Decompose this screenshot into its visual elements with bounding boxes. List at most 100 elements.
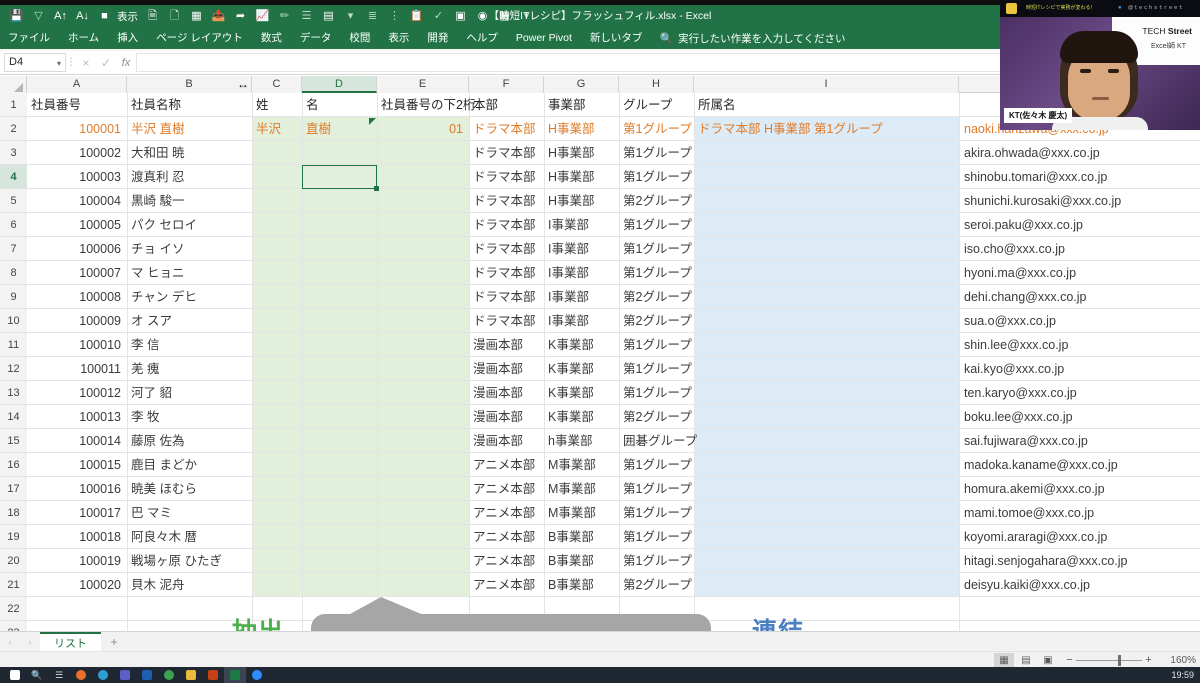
sheet-cells[interactable]: 社員番号 社員名称 姓 名 社員番号の下2桁 本部 事業部 グループ 所属名 100001 半沢 直…	[27, 93, 1200, 631]
cell-employee-id-15[interactable]: 100015	[27, 453, 121, 477]
cell-jigyo-5[interactable]: I事業部	[548, 213, 589, 237]
cell-email-9[interactable]: sua.o@xxx.co.jp	[964, 309, 1056, 333]
cell-group-16[interactable]: 第1グループ	[623, 477, 692, 501]
cell-employee-id-17[interactable]: 100017	[27, 501, 121, 525]
row-header-22[interactable]: 22	[0, 597, 27, 621]
cell-employee-id-9[interactable]: 100009	[27, 309, 121, 333]
row-header-19[interactable]: 19	[0, 525, 27, 549]
cell-group-13[interactable]: 第2グループ	[623, 405, 692, 429]
cell-jigyo-10[interactable]: K事業部	[548, 333, 594, 357]
cell-jigyo-20[interactable]: B事業部	[548, 573, 594, 597]
cell-honbu-1[interactable]: ドラマ本部	[473, 117, 536, 141]
cell-honbu-2[interactable]: ドラマ本部	[473, 141, 536, 165]
ribbon-tab-insert[interactable]: 挿入	[108, 27, 147, 49]
sort-icon[interactable]: ⋮	[384, 7, 405, 25]
cell-email-17[interactable]: mami.tomoe@xxx.co.jp	[964, 501, 1094, 525]
ribbon-tab-formulas[interactable]: 数式	[252, 27, 291, 49]
teams-icon[interactable]	[114, 667, 136, 683]
cell-employee-id-1[interactable]: 100001	[27, 117, 121, 141]
row-header-9[interactable]: 9	[0, 285, 27, 309]
cell-honbu-15[interactable]: アニメ本部	[473, 453, 535, 477]
cell-employee-id-19[interactable]: 100019	[27, 549, 121, 573]
cell-honbu-6[interactable]: ドラマ本部	[473, 237, 536, 261]
cell-jigyo-12[interactable]: K事業部	[548, 381, 594, 405]
cell-honbu-7[interactable]: ドラマ本部	[473, 261, 536, 285]
chevron-down-icon[interactable]: ▾	[57, 55, 61, 72]
cell-employee-id-3[interactable]: 100003	[27, 165, 121, 189]
cell-header-h[interactable]: グループ	[623, 93, 672, 117]
cell-group-12[interactable]: 第1グループ	[623, 381, 692, 405]
excel-icon[interactable]	[224, 667, 246, 683]
cell-email-5[interactable]: seroi.paku@xxx.co.jp	[964, 213, 1083, 237]
cell-group-11[interactable]: 第1グループ	[623, 357, 692, 381]
list-icon[interactable]: ▤	[318, 7, 339, 25]
ribbon-tab-help[interactable]: ヘルプ	[457, 27, 507, 49]
cell-employee-id-2[interactable]: 100002	[27, 141, 121, 165]
cell-jigyo-2[interactable]: H事業部	[548, 141, 595, 165]
cell-honbu-14[interactable]: 漫画本部	[473, 429, 523, 453]
cell-honbu-9[interactable]: ドラマ本部	[473, 309, 536, 333]
cell-jigyo-16[interactable]: M事業部	[548, 477, 596, 501]
row-header-15[interactable]: 15	[0, 429, 27, 453]
ribbon-tab-review[interactable]: 校閲	[340, 27, 379, 49]
font-grow-icon[interactable]: A↑	[50, 7, 71, 25]
spreadsheet-grid[interactable]: ABCDEFGHI 1 2 3 4 5 6 7 8 9 10 11 12 13 14 15 16 17 18 19 2…	[0, 76, 1200, 631]
cell-group-9[interactable]: 第2グループ	[623, 309, 692, 333]
explorer-icon[interactable]	[180, 667, 202, 683]
row-header-16[interactable]: 16	[0, 453, 27, 477]
cell-group-1[interactable]: 第1グループ	[623, 117, 692, 141]
cell-employee-id-4[interactable]: 100004	[27, 189, 121, 213]
cell-honbu-16[interactable]: アニメ本部	[473, 477, 535, 501]
cell-honbu-10[interactable]: 漫画本部	[473, 333, 523, 357]
row-header-8[interactable]: 8	[0, 261, 27, 285]
powerpoint-icon[interactable]	[202, 667, 224, 683]
zoom-out-button[interactable]: −	[1063, 654, 1076, 666]
ribbon-tab-view[interactable]: 表示	[379, 27, 418, 49]
cell-honbu-12[interactable]: 漫画本部	[473, 381, 523, 405]
cell-jigyo-6[interactable]: I事業部	[548, 237, 589, 261]
cell-employee-name-4[interactable]: 黒崎 駿一	[131, 189, 184, 213]
row-header-14[interactable]: 14	[0, 405, 27, 429]
cell-header-c[interactable]: 姓	[256, 93, 269, 117]
page-break-view-icon[interactable]: ▣	[1038, 653, 1058, 667]
cell-header-b[interactable]: 社員名称	[131, 93, 181, 117]
cell-employee-name-13[interactable]: 李 牧	[131, 405, 159, 429]
cell-employee-name-11[interactable]: 羌 瘣	[131, 357, 159, 381]
row-header-23[interactable]: 23	[0, 621, 27, 631]
cell-email-8[interactable]: dehi.chang@xxx.co.jp	[964, 285, 1086, 309]
outlook-icon[interactable]	[136, 667, 158, 683]
cell-jigyo-14[interactable]: h事業部	[548, 429, 592, 453]
cell-email-4[interactable]: shunichi.kurosaki@xxx.co.jp	[964, 189, 1121, 213]
cell-mei-1[interactable]: 直樹	[306, 117, 331, 141]
cursor-icon[interactable]: ➦	[230, 7, 251, 25]
cell-group-4[interactable]: 第2グループ	[623, 189, 692, 213]
cell-group-19[interactable]: 第1グループ	[623, 549, 692, 573]
cell-employee-name-10[interactable]: 李 信	[131, 333, 159, 357]
check-icon[interactable]: ✓	[428, 7, 449, 25]
cell-employee-id-8[interactable]: 100008	[27, 285, 121, 309]
chevron-down-icon[interactable]: ▾	[340, 7, 361, 25]
cell-jigyo-17[interactable]: M事業部	[548, 501, 596, 525]
cell-honbu-3[interactable]: ドラマ本部	[473, 165, 536, 189]
zoom-percentage[interactable]: 160%	[1160, 655, 1196, 666]
cell-jigyo-18[interactable]: B事業部	[548, 525, 594, 549]
cell-jigyo-11[interactable]: K事業部	[548, 357, 594, 381]
text-box-icon[interactable]: ▣	[450, 7, 471, 25]
cell-employee-id-13[interactable]: 100013	[27, 405, 121, 429]
ribbon-tab-page-layout[interactable]: ページ レイアウト	[147, 27, 252, 49]
cell-header-a[interactable]: 社員番号	[31, 93, 81, 117]
row-header-3[interactable]: 3	[0, 141, 27, 165]
cell-employee-name-16[interactable]: 暁美 ほむら	[131, 477, 197, 501]
column-header-f[interactable]: F	[469, 76, 544, 93]
menu-icon[interactable]: ≣	[362, 7, 383, 25]
zoom-icon[interactable]	[246, 667, 268, 683]
cell-employee-name-7[interactable]: マ ヒョニ	[131, 261, 184, 285]
ribbon-tab-data[interactable]: データ	[291, 27, 341, 49]
cell-employee-id-16[interactable]: 100016	[27, 477, 121, 501]
cell-employee-id-7[interactable]: 100007	[27, 261, 121, 285]
ribbon-tab-new[interactable]: 新しいタブ	[581, 27, 652, 49]
cell-honbu-4[interactable]: ドラマ本部	[473, 189, 536, 213]
cell-employee-name-19[interactable]: 戦場ヶ原 ひたぎ	[131, 549, 222, 573]
column-header-d[interactable]: D	[302, 76, 377, 93]
row-header-21[interactable]: 21	[0, 573, 27, 597]
